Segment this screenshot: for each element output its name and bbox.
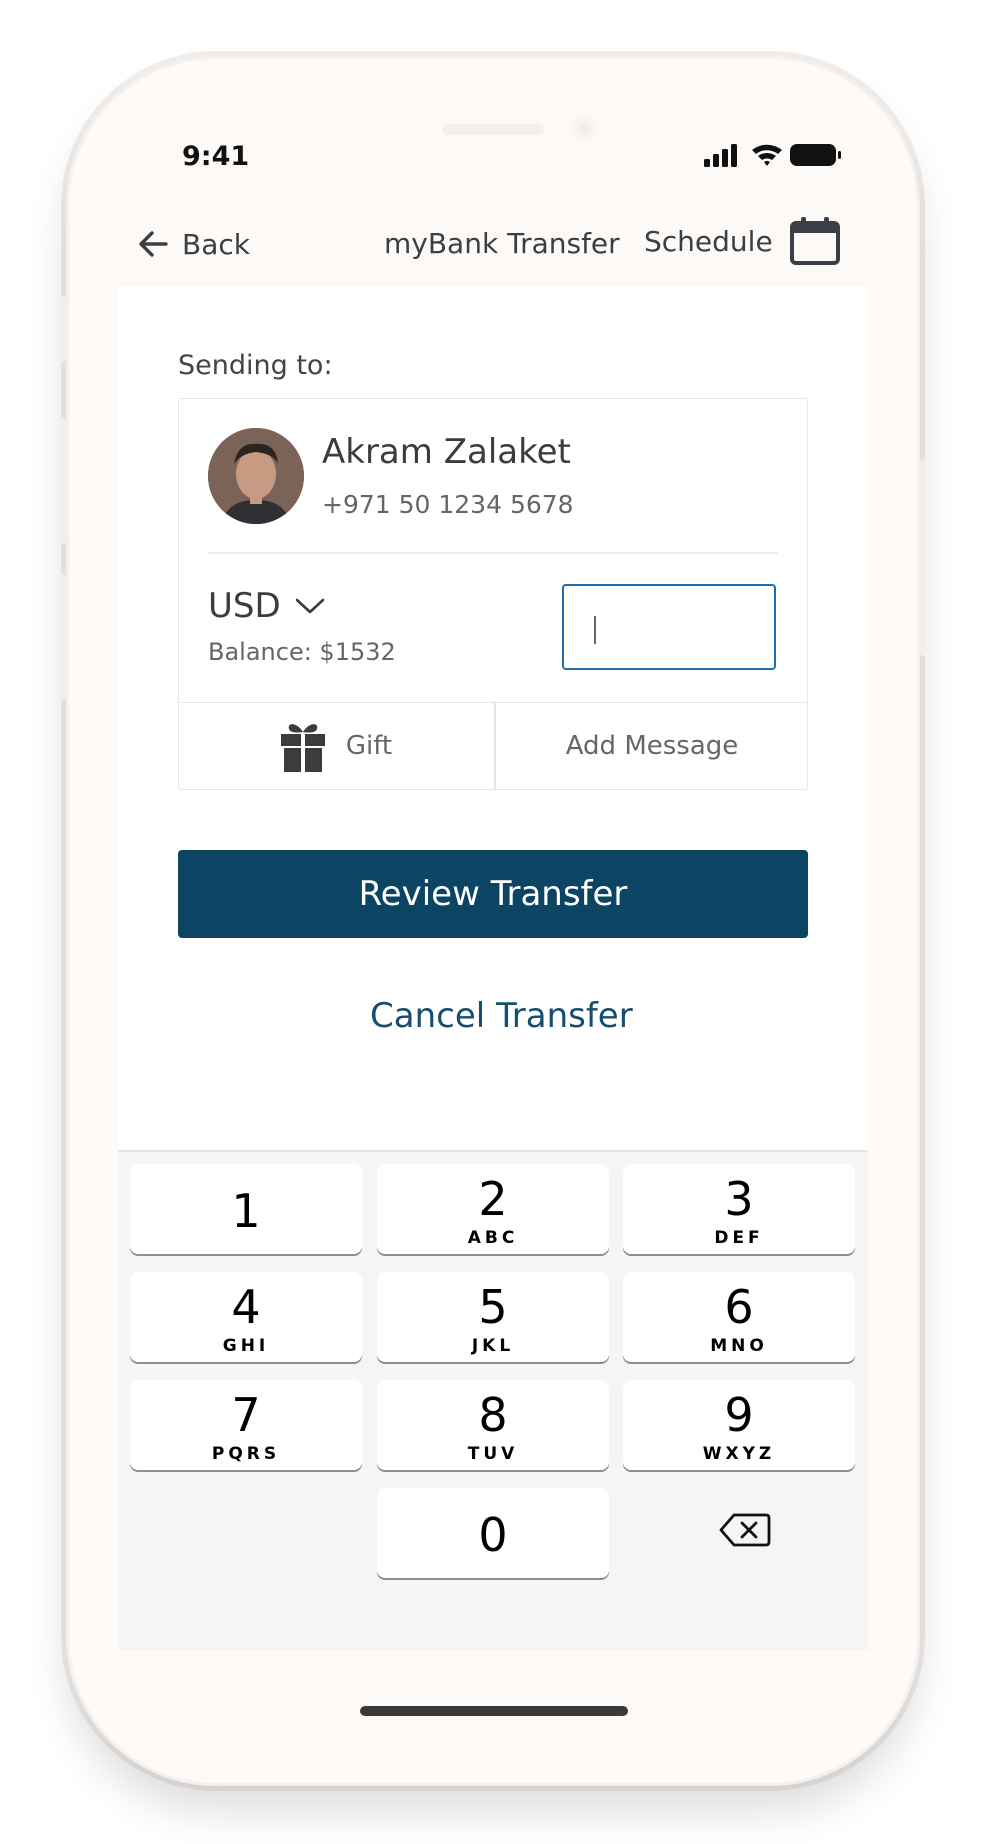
key-digit: 1 [231, 1184, 261, 1238]
key-letters: PQRS [211, 1444, 281, 1464]
back-button[interactable]: Back [136, 224, 250, 264]
recipient-phone: +971 50 1234 5678 [322, 490, 574, 519]
home-indicator[interactable] [360, 1706, 628, 1716]
key-letters: WXYZ [702, 1444, 776, 1464]
card-actions: Gift Add Message [178, 702, 808, 790]
schedule-label: Schedule [644, 224, 773, 258]
key-digit: 2 [478, 1172, 508, 1226]
key-2[interactable]: 2 ABC [377, 1164, 609, 1254]
key-letters: MNO [710, 1336, 768, 1356]
gift-button[interactable]: Gift [178, 703, 494, 789]
currency-code: USD [208, 586, 281, 626]
page-title: myBank Transfer [384, 227, 620, 260]
key-digit: 6 [724, 1280, 754, 1334]
key-letters: GHI [222, 1336, 270, 1356]
key-1[interactable]: 1 [130, 1164, 362, 1254]
key-4[interactable]: 4 GHI [130, 1272, 362, 1362]
key-letters: JKL [471, 1336, 515, 1356]
key-7[interactable]: 7 PQRS [130, 1380, 362, 1470]
currency-selector[interactable]: USD [208, 586, 327, 626]
gift-label: Gift [345, 731, 393, 761]
mute-switch [60, 296, 66, 362]
signal-icon [704, 144, 737, 167]
gift-icon [280, 724, 325, 772]
add-message-label: Add Message [565, 731, 739, 761]
sending-to-label: Sending to: [178, 350, 333, 381]
status-time: 9:41 [182, 141, 250, 172]
key-digit: 5 [478, 1280, 508, 1334]
key-9[interactable]: 9 WXYZ [623, 1380, 855, 1470]
balance-text: Balance: $1532 [208, 638, 396, 666]
key-8[interactable]: 8 TUV [377, 1380, 609, 1470]
volume-up-button [60, 418, 66, 544]
chevron-down-icon [295, 598, 324, 614]
recipient-name: Akram Zalaket [322, 432, 571, 472]
key-5[interactable]: 5 JKL [377, 1272, 609, 1362]
key-6[interactable]: 6 MNO [623, 1272, 855, 1362]
key-0[interactable]: 0 [377, 1488, 609, 1578]
add-message-button[interactable]: Add Message [496, 703, 808, 789]
key-letters: ABC [467, 1228, 519, 1248]
back-label: Back [182, 227, 250, 261]
avatar [208, 428, 304, 524]
key-digit: 9 [724, 1388, 754, 1442]
status-icons [704, 144, 841, 167]
text-cursor [594, 616, 596, 644]
key-letters: DEF [714, 1228, 764, 1248]
schedule-button[interactable]: Schedule [644, 216, 841, 266]
key-digit: 0 [478, 1508, 508, 1562]
volume-down-button [60, 574, 66, 700]
speaker-grille [442, 124, 544, 135]
avatar-photo [208, 428, 304, 524]
key-letters: TUV [467, 1444, 519, 1464]
key-digit: 3 [724, 1172, 754, 1226]
arrow-left-icon [139, 231, 168, 257]
key-3[interactable]: 3 DEF [623, 1164, 855, 1254]
key-digit: 7 [231, 1388, 261, 1442]
calendar-icon [789, 217, 840, 265]
key-digit: 4 [231, 1280, 261, 1334]
key-digit: 8 [478, 1388, 508, 1442]
wifi-icon [752, 144, 782, 166]
power-button [920, 460, 926, 656]
review-transfer-button[interactable]: Review Transfer [178, 850, 808, 938]
card-divider [208, 552, 778, 554]
cancel-transfer-button[interactable]: Cancel Transfer [370, 996, 633, 1036]
battery-icon [790, 144, 841, 166]
front-camera [573, 116, 598, 141]
backspace-icon[interactable] [718, 1512, 772, 1548]
